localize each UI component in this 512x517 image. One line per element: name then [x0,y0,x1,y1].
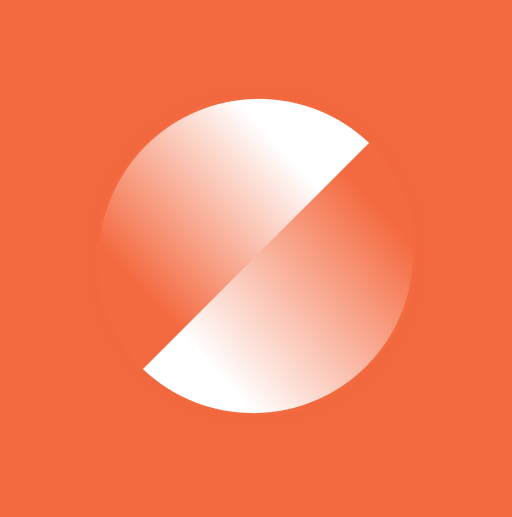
app-icon-canvas [0,0,512,512]
split-circle-logo-icon [0,0,512,512]
